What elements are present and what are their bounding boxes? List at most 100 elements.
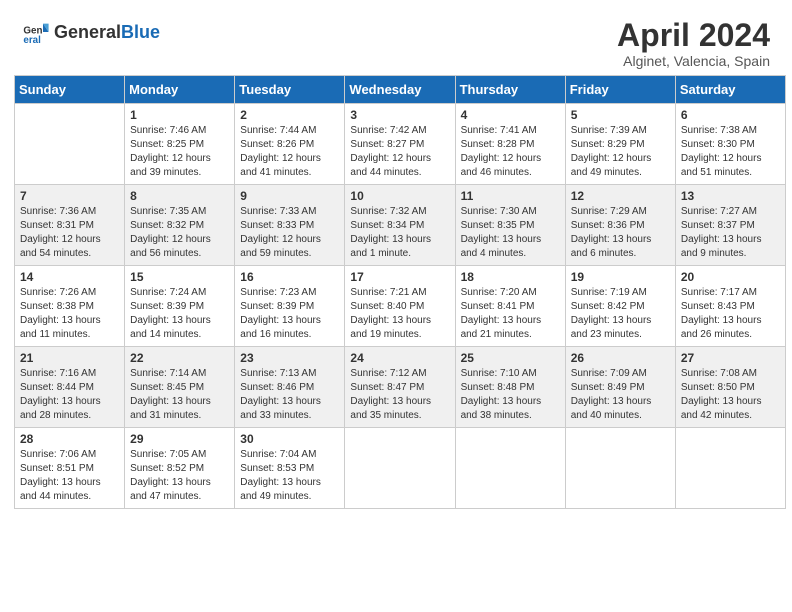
day-info: Sunrise: 7:44 AMSunset: 8:26 PMDaylight:… bbox=[240, 124, 339, 180]
header: Gen eral GeneralBlue April 2024 Alginet,… bbox=[10, 10, 782, 75]
calendar-cell bbox=[15, 104, 125, 185]
day-header-friday: Friday bbox=[565, 76, 675, 104]
day-info: Sunrise: 7:38 AMSunset: 8:30 PMDaylight:… bbox=[681, 124, 780, 180]
logo-text-blue: Blue bbox=[121, 22, 160, 42]
day-number: 30 bbox=[240, 432, 339, 446]
calendar-cell: 30 Sunrise: 7:04 AMSunset: 8:53 PMDayligh… bbox=[235, 428, 345, 509]
calendar-cell: 5Sunrise: 7:39 AMSunset: 8:29 PMDaylight… bbox=[565, 104, 675, 185]
day-info: Sunrise: 7:46 AMSunset: 8:25 PMDaylight:… bbox=[130, 124, 229, 180]
day-number: 19 bbox=[571, 270, 670, 284]
day-number: 8 bbox=[130, 189, 229, 203]
day-number: 6 bbox=[681, 108, 780, 122]
calendar-cell bbox=[345, 428, 455, 509]
day-number: 17 bbox=[350, 270, 449, 284]
day-number: 4 bbox=[461, 108, 560, 122]
day-header-thursday: Thursday bbox=[455, 76, 565, 104]
day-info: Sunrise: 7:09 AMSunset: 8:49 PMDaylight:… bbox=[571, 367, 670, 423]
day-number: 12 bbox=[571, 189, 670, 203]
calendar-row: 28Sunrise: 7:06 AMSunset: 8:51 PMDayligh… bbox=[15, 428, 786, 509]
day-number: 10 bbox=[350, 189, 449, 203]
calendar-cell: 23 Sunrise: 7:13 AMSunset: 8:46 PMDayligh… bbox=[235, 347, 345, 428]
calendar-cell: 2 Sunrise: 7:44 AMSunset: 8:26 PMDaylight… bbox=[235, 104, 345, 185]
day-number: 25 bbox=[461, 351, 560, 365]
logo-text-general: General bbox=[54, 22, 121, 42]
calendar-cell: 21 Sunrise: 7:16 AMSunset: 8:44 PMDayligh… bbox=[15, 347, 125, 428]
day-info: Sunrise: 7:32 AMSunset: 8:34 PMDaylight:… bbox=[350, 205, 449, 261]
calendar-cell bbox=[455, 428, 565, 509]
day-info: Sunrise: 7:30 AMSunset: 8:35 PMDaylight:… bbox=[461, 205, 560, 261]
day-info: Sunrise: 7:12 AMSunset: 8:47 PMDaylight:… bbox=[350, 367, 449, 423]
day-info: Sunrise: 7:27 AMSunset: 8:37 PMDaylight:… bbox=[681, 205, 780, 261]
calendar-cell: 19 Sunrise: 7:19 AMSunset: 8:42 PMDayligh… bbox=[565, 266, 675, 347]
calendar-cell: 18 Sunrise: 7:20 AMSunset: 8:41 PMDayligh… bbox=[455, 266, 565, 347]
day-number: 7 bbox=[20, 189, 119, 203]
day-number: 16 bbox=[240, 270, 339, 284]
day-info: Sunrise: 7:39 AMSunset: 8:29 PMDaylight:… bbox=[571, 124, 670, 180]
calendar-cell: 9Sunrise: 7:33 AMSunset: 8:33 PMDaylight… bbox=[235, 185, 345, 266]
calendar-cell bbox=[675, 428, 785, 509]
calendar-cell: 7 Sunrise: 7:36 AMSunset: 8:31 PMDaylight… bbox=[15, 185, 125, 266]
calendar-row: 14 Sunrise: 7:26 AMSunset: 8:38 PMDayligh… bbox=[15, 266, 786, 347]
day-number: 18 bbox=[461, 270, 560, 284]
day-info: Sunrise: 7:33 AMSunset: 8:33 PMDaylight:… bbox=[240, 205, 339, 261]
svg-text:eral: eral bbox=[23, 35, 41, 46]
day-number: 29 bbox=[130, 432, 229, 446]
calendar-row: 7 Sunrise: 7:36 AMSunset: 8:31 PMDaylight… bbox=[15, 185, 786, 266]
calendar-cell bbox=[565, 428, 675, 509]
day-number: 11 bbox=[461, 189, 560, 203]
day-info: Sunrise: 7:36 AMSunset: 8:31 PMDaylight:… bbox=[20, 205, 119, 261]
day-number: 20 bbox=[681, 270, 780, 284]
day-number: 23 bbox=[240, 351, 339, 365]
calendar-cell: 28Sunrise: 7:06 AMSunset: 8:51 PMDayligh… bbox=[15, 428, 125, 509]
calendar-cell: 26 Sunrise: 7:09 AMSunset: 8:49 PMDayligh… bbox=[565, 347, 675, 428]
logo: Gen eral GeneralBlue bbox=[22, 18, 160, 46]
day-info: Sunrise: 7:41 AMSunset: 8:28 PMDaylight:… bbox=[461, 124, 560, 180]
calendar-cell: 11 Sunrise: 7:30 AMSunset: 8:35 PMDayligh… bbox=[455, 185, 565, 266]
day-number: 14 bbox=[20, 270, 119, 284]
day-info: Sunrise: 7:21 AMSunset: 8:40 PMDaylight:… bbox=[350, 286, 449, 342]
calendar-cell: 22 Sunrise: 7:14 AMSunset: 8:45 PMDayligh… bbox=[125, 347, 235, 428]
day-info: Sunrise: 7:16 AMSunset: 8:44 PMDaylight:… bbox=[20, 367, 119, 423]
day-info: Sunrise: 7:23 AMSunset: 8:39 PMDaylight:… bbox=[240, 286, 339, 342]
day-info: Sunrise: 7:26 AMSunset: 8:38 PMDaylight:… bbox=[20, 286, 119, 342]
month-title: April 2024 bbox=[617, 18, 770, 53]
day-info: Sunrise: 7:42 AMSunset: 8:27 PMDaylight:… bbox=[350, 124, 449, 180]
day-number: 15 bbox=[130, 270, 229, 284]
calendar-cell: 16 Sunrise: 7:23 AMSunset: 8:39 PMDayligh… bbox=[235, 266, 345, 347]
day-number: 27 bbox=[681, 351, 780, 365]
day-number: 24 bbox=[350, 351, 449, 365]
calendar-cell: 27 Sunrise: 7:08 AMSunset: 8:50 PMDayligh… bbox=[675, 347, 785, 428]
day-header-monday: Monday bbox=[125, 76, 235, 104]
day-info: Sunrise: 7:04 AMSunset: 8:53 PMDaylight:… bbox=[240, 448, 339, 504]
day-number: 21 bbox=[20, 351, 119, 365]
location-title: Alginet, Valencia, Spain bbox=[617, 53, 770, 69]
calendar-row: 1 Sunrise: 7:46 AMSunset: 8:25 PMDaylight… bbox=[15, 104, 786, 185]
day-number: 22 bbox=[130, 351, 229, 365]
day-info: Sunrise: 7:29 AMSunset: 8:36 PMDaylight:… bbox=[571, 205, 670, 261]
day-info: Sunrise: 7:20 AMSunset: 8:41 PMDaylight:… bbox=[461, 286, 560, 342]
calendar-cell: 15 Sunrise: 7:24 AMSunset: 8:39 PMDayligh… bbox=[125, 266, 235, 347]
day-header-saturday: Saturday bbox=[675, 76, 785, 104]
day-number: 26 bbox=[571, 351, 670, 365]
header-row: SundayMondayTuesdayWednesdayThursdayFrid… bbox=[15, 76, 786, 104]
calendar-cell: 6 Sunrise: 7:38 AMSunset: 8:30 PMDaylight… bbox=[675, 104, 785, 185]
day-number: 1 bbox=[130, 108, 229, 122]
day-info: Sunrise: 7:14 AMSunset: 8:45 PMDaylight:… bbox=[130, 367, 229, 423]
calendar-cell: 12 Sunrise: 7:29 AMSunset: 8:36 PMDayligh… bbox=[565, 185, 675, 266]
calendar-cell: 13 Sunrise: 7:27 AMSunset: 8:37 PMDayligh… bbox=[675, 185, 785, 266]
day-header-sunday: Sunday bbox=[15, 76, 125, 104]
day-info: Sunrise: 7:13 AMSunset: 8:46 PMDaylight:… bbox=[240, 367, 339, 423]
day-number: 3 bbox=[350, 108, 449, 122]
day-info: Sunrise: 7:24 AMSunset: 8:39 PMDaylight:… bbox=[130, 286, 229, 342]
calendar-cell: 29 Sunrise: 7:05 AMSunset: 8:52 PMDayligh… bbox=[125, 428, 235, 509]
calendar-table: SundayMondayTuesdayWednesdayThursdayFrid… bbox=[14, 75, 786, 509]
day-number: 2 bbox=[240, 108, 339, 122]
calendar-cell: 25Sunrise: 7:10 AMSunset: 8:48 PMDayligh… bbox=[455, 347, 565, 428]
day-number: 13 bbox=[681, 189, 780, 203]
day-info: Sunrise: 7:08 AMSunset: 8:50 PMDaylight:… bbox=[681, 367, 780, 423]
day-info: Sunrise: 7:05 AMSunset: 8:52 PMDaylight:… bbox=[130, 448, 229, 504]
day-info: Sunrise: 7:19 AMSunset: 8:42 PMDaylight:… bbox=[571, 286, 670, 342]
calendar-cell: 4 Sunrise: 7:41 AMSunset: 8:28 PMDaylight… bbox=[455, 104, 565, 185]
calendar-cell: 20Sunrise: 7:17 AMSunset: 8:43 PMDayligh… bbox=[675, 266, 785, 347]
calendar-cell: 14 Sunrise: 7:26 AMSunset: 8:38 PMDayligh… bbox=[15, 266, 125, 347]
